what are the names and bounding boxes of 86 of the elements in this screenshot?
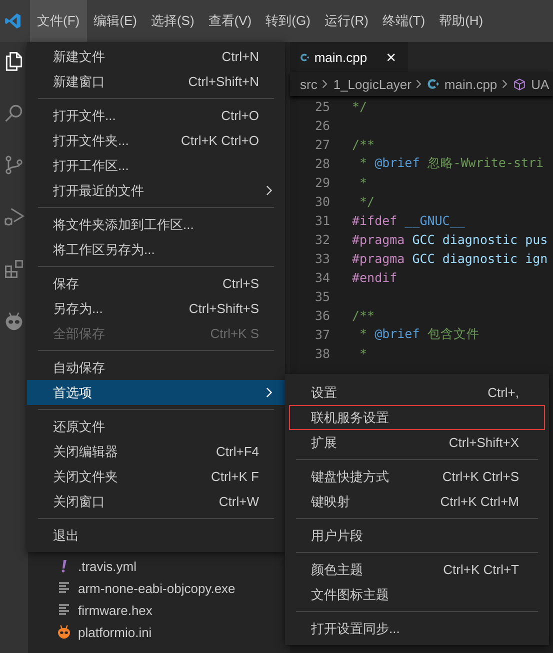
menu-item[interactable]: 另存为... Ctrl+Shift+S	[27, 296, 285, 321]
cpp-file-icon	[427, 78, 440, 90]
code-line: *	[358, 175, 368, 190]
menu-item[interactable]: 首选项	[27, 380, 285, 405]
menu-item[interactable]: 打开文件... Ctrl+O	[27, 103, 285, 128]
cube-icon	[513, 78, 526, 90]
alien-head-icon[interactable]	[3, 310, 25, 332]
editor-tab[interactable]: main.cpp ×	[290, 42, 408, 72]
chevron-right-icon	[322, 79, 328, 89]
file-name[interactable]: firmware.hex	[78, 602, 152, 618]
alien-head-icon	[56, 624, 72, 640]
menu-item[interactable]: 打开最近的文件	[27, 178, 285, 203]
menu-item[interactable]: 关闭编辑器 Ctrl+F4	[27, 439, 285, 464]
line-number: 26	[314, 118, 330, 133]
menu-item[interactable]: 还原文件	[27, 414, 285, 439]
code-line: */	[358, 194, 375, 209]
extensions-icon[interactable]	[3, 258, 25, 280]
line-number: 29	[314, 175, 330, 190]
line-number: 31	[314, 213, 330, 228]
line-number: 25	[314, 99, 330, 114]
code-line: #ifdef __GNUC__	[352, 213, 465, 228]
chevron-right-icon	[502, 79, 508, 89]
line-number: 34	[314, 270, 330, 285]
line-number: 33	[314, 251, 330, 266]
line-number: 37	[314, 327, 330, 342]
menu-item[interactable]: 新建窗口 Ctrl+Shift+N	[27, 69, 285, 94]
text-lines-icon	[56, 603, 72, 617]
menu-item[interactable]: 扩展 Ctrl+Shift+X	[285, 430, 549, 455]
breadcrumb-item[interactable]: 1_LogicLayer	[333, 76, 412, 92]
run-debug-icon[interactable]	[3, 206, 25, 228]
code-line: #endif	[352, 270, 398, 285]
code-line: */	[352, 99, 368, 114]
close-icon[interactable]: ×	[386, 48, 396, 66]
menu-bar-item[interactable]: 查看(V)	[201, 0, 259, 42]
menu-item[interactable]: 文件图标主题	[285, 582, 549, 607]
menu-bar-item[interactable]: 编辑(E)	[86, 0, 144, 42]
line-number: 27	[314, 137, 330, 152]
menu-item[interactable]: 保存 Ctrl+S	[27, 271, 285, 296]
breadcrumb-item[interactable]: src	[300, 76, 318, 92]
menu-item[interactable]: 打开文件夹... Ctrl+K Ctrl+O	[27, 128, 285, 153]
menu-item[interactable]: 联机服务设置	[289, 405, 545, 430]
file-name[interactable]: platformio.ini	[78, 624, 152, 640]
app-logo-icon	[4, 12, 22, 30]
breadcrumb-item[interactable]: UA	[531, 76, 550, 92]
code-line: * @brief 包含文件	[358, 326, 480, 343]
chevron-right-icon	[416, 79, 422, 89]
menu-bar-item[interactable]: 帮助(H)	[432, 0, 490, 42]
menu-item[interactable]: 新建文件 Ctrl+N	[27, 44, 285, 69]
menu-item[interactable]: 用户片段	[285, 523, 549, 548]
line-number: 28	[314, 156, 330, 171]
menu-item[interactable]: 键映射 Ctrl+K Ctrl+M	[285, 489, 549, 514]
code-line: * @brief 忽略-Wwrite-stri	[358, 155, 544, 172]
menu-item[interactable]: 将文件夹添加到工作区...	[27, 212, 285, 237]
code-line: #pragma GCC diagnostic pus	[352, 232, 548, 247]
code-line: /**	[352, 137, 375, 152]
menu-bar-item[interactable]: 转到(G)	[258, 0, 318, 42]
code-line: *	[358, 346, 368, 361]
menu-item[interactable]: 打开设置同步...	[285, 616, 549, 641]
menu-item[interactable]: 将工作区另存为...	[27, 237, 285, 262]
menu-bar-item[interactable]: 文件(F)	[30, 0, 87, 42]
menu-item[interactable]: 键盘快捷方式 Ctrl+K Ctrl+S	[285, 464, 549, 489]
file-name[interactable]: arm-none-eabi-objcopy.exe	[78, 580, 236, 596]
menu-bar-item[interactable]: 终端(T)	[375, 0, 432, 42]
code-line: #pragma GCC diagnostic ign	[352, 251, 548, 266]
file-name[interactable]: .travis.yml	[78, 558, 136, 574]
line-number: 30	[314, 194, 330, 209]
code-line: /**	[352, 308, 375, 323]
search-icon[interactable]	[3, 102, 25, 124]
menu-item[interactable]: 颜色主题 Ctrl+K Ctrl+T	[285, 557, 549, 582]
source-control-icon[interactable]	[3, 154, 25, 176]
files-icon[interactable]	[3, 50, 25, 72]
menu-item[interactable]: 自动保存	[27, 355, 285, 380]
menu-item[interactable]: 设置 Ctrl+,	[285, 380, 549, 405]
cpp-file-icon	[300, 50, 310, 64]
breadcrumb-item[interactable]: main.cpp	[444, 76, 498, 92]
menu-item[interactable]: 打开工作区...	[27, 153, 285, 178]
line-number: 38	[314, 346, 330, 361]
menu-bar-item[interactable]: 运行(R)	[317, 0, 376, 42]
menu-item[interactable]: 关闭文件夹 Ctrl+K F	[27, 464, 285, 489]
menu-bar-item[interactable]: 选择(S)	[144, 0, 202, 42]
line-number: 35	[314, 289, 330, 304]
menu-item[interactable]: 退出	[27, 523, 285, 548]
line-number: 36	[314, 308, 330, 323]
text-lines-icon	[56, 581, 72, 595]
menu-item[interactable]: 关闭窗口 Ctrl+W	[27, 489, 285, 514]
line-number: 32	[314, 232, 330, 247]
